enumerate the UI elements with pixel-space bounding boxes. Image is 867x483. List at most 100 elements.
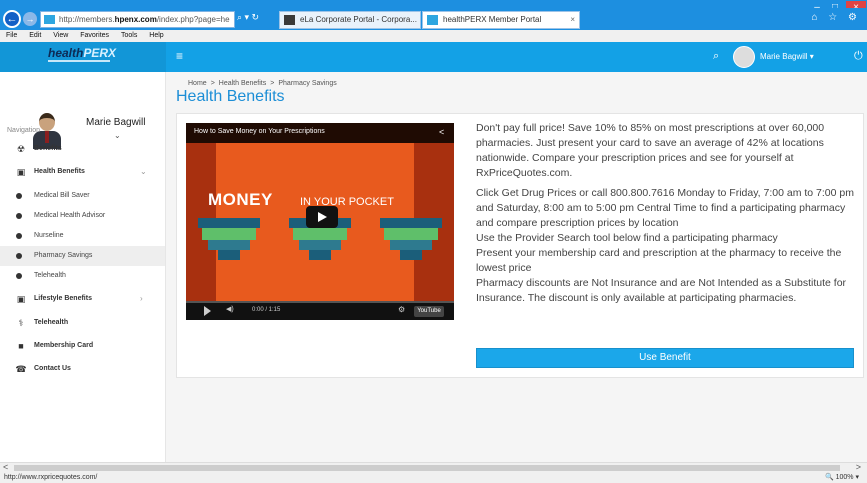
tab-label: eLa Corporate Portal - Corpora... (300, 15, 417, 24)
header-avatar[interactable] (733, 46, 755, 68)
description-paragraph: Click Get Drug Prices or call 800.800.76… (476, 187, 854, 229)
tab-favicon-icon (427, 15, 438, 25)
sidebar-item-benefits[interactable]: ☢ Benefits (0, 138, 165, 160)
menu-help[interactable]: Help (149, 32, 163, 39)
scrollbar-thumb[interactable] (14, 465, 840, 471)
sidebar-item-label: Membership Card (34, 342, 94, 349)
description-paragraph: Present your membership card and prescri… (476, 247, 842, 274)
share-icon[interactable]: < (439, 127, 444, 137)
forward-button[interactable]: → (23, 12, 37, 26)
benefit-description: Don't pay full price! Save 10% to 85% on… (476, 121, 856, 306)
horizontal-scrollbar[interactable]: < > (0, 462, 867, 472)
menu-toggle-icon[interactable]: ≡ (176, 49, 183, 63)
page-title: Health Benefits (176, 88, 285, 105)
navigation-label: Navigation (7, 127, 41, 134)
volume-icon[interactable]: ◀) (226, 305, 234, 313)
url-suffix: /index.php?page=he (156, 15, 230, 24)
stethoscope-icon: ⚕ (18, 318, 24, 328)
bullet-icon (16, 213, 22, 219)
healthperx-logo[interactable]: healthPERX (48, 46, 116, 60)
youtube-logo[interactable]: YouTube (414, 306, 444, 317)
sidebar-item-telehealth[interactable]: ⚕ Telehealth (0, 312, 165, 334)
url-prefix: http://members. (59, 15, 115, 24)
bullet-icon (16, 273, 22, 279)
breadcrumb-home[interactable]: Home (188, 80, 207, 87)
address-bar[interactable]: http://members.hpenx.com/index.php?page=… (40, 11, 235, 28)
tab-favicon-icon (284, 15, 295, 25)
description-paragraph: Don't pay full price! Save 10% to 85% on… (476, 122, 825, 179)
search-icon[interactable]: ⌕ (713, 50, 719, 63)
bullet-icon (16, 233, 22, 239)
lifestyle-benefits-icon: ▣ (16, 294, 26, 304)
avatar-head (39, 113, 55, 131)
sidebar-subitem-label: Telehealth (34, 272, 66, 279)
video-player[interactable]: How to Save Money on Your Prescriptions … (186, 123, 454, 320)
scroll-left-icon[interactable]: < (3, 462, 8, 472)
browser-right-icons[interactable]: ⌂ ☆ ⚙ (811, 12, 861, 23)
logo-perx: PERX (83, 46, 117, 60)
gear-icon[interactable]: ⚙ (398, 305, 405, 314)
play-icon[interactable] (204, 306, 211, 316)
menu-tools[interactable]: Tools (121, 32, 137, 39)
sidebar-item-lifestyle-benefits[interactable]: ▣ Lifestyle Benefits › (0, 288, 165, 310)
sidebar-subitem-nurseline[interactable]: Nurseline (0, 226, 165, 246)
tab-close-icon[interactable]: × (570, 12, 575, 28)
video-money-text: MONEY (208, 190, 273, 209)
sidebar-item-label: Benefits (34, 145, 62, 152)
sidebar-subitem-label: Medical Bill Saver (34, 192, 90, 199)
menu-favorites[interactable]: Favorites (80, 32, 109, 39)
status-bar: http://www.rxpricequotes.com/ 🔍 100% ▾ (0, 472, 867, 483)
sidebar-subitem-label: Pharmacy Savings (34, 252, 93, 259)
sidebar-subitem-pharmacy-savings[interactable]: Pharmacy Savings (0, 246, 165, 266)
back-button[interactable]: ← (3, 10, 21, 28)
user-menu[interactable]: Marie Bagwill ▾ (760, 52, 814, 61)
sidebar-subitem-medical-bill-saver[interactable]: Medical Bill Saver (0, 186, 165, 206)
description-paragraph: Pharmacy discounts are Not Insurance and… (476, 277, 847, 304)
bullet-icon (16, 193, 22, 199)
sidebar-subitem-medical-health-advisor[interactable]: Medical Health Advisor (0, 206, 165, 226)
video-title[interactable]: How to Save Money on Your Prescriptions (194, 128, 325, 135)
membership-card-icon: ■ (18, 341, 24, 351)
sidebar-subitem-label: Medical Health Advisor (34, 212, 106, 219)
video-time: 0:00 / 1:15 (252, 307, 281, 313)
chevron-down-icon: ⌄ (140, 167, 147, 176)
menu-file[interactable]: File (6, 32, 17, 39)
sidebar-item-label: Lifestyle Benefits (34, 295, 92, 302)
chevron-right-icon: › (140, 294, 143, 303)
description-paragraph: Use the Provider Search tool below find … (476, 232, 778, 244)
menu-bar: File Edit View Favorites Tools Help (0, 30, 867, 42)
menu-view[interactable]: View (53, 32, 68, 39)
profile-name[interactable]: Marie Bagwill (86, 117, 145, 128)
tab-corporate-portal[interactable]: eLa Corporate Portal - Corpora... (279, 11, 421, 29)
use-benefit-button[interactable]: Use Benefit (476, 348, 854, 368)
logo-health: health (48, 46, 84, 60)
money-wallet-icon (380, 218, 442, 266)
phone-icon: ☎ (15, 364, 27, 374)
tab-healthperx[interactable]: healthPERX Member Portal × (422, 11, 580, 29)
sidebar-subitem-label: Nurseline (34, 232, 64, 239)
url-domain: hpenx.com (114, 15, 157, 24)
breadcrumb-health-benefits[interactable]: Health Benefits (219, 80, 266, 87)
site-favicon-icon (44, 15, 55, 24)
scroll-right-icon[interactable]: > (856, 462, 861, 472)
power-icon[interactable]: ⏻ (854, 50, 863, 63)
sidebar-item-label: Health Benefits (34, 168, 85, 175)
sidebar-subitem-telehealth[interactable]: Telehealth (0, 266, 165, 286)
money-wallet-icon (198, 218, 260, 266)
sidebar-item-label: Telehealth (34, 319, 69, 326)
sidebar-item-contact-us[interactable]: ☎ Contact Us (0, 358, 165, 380)
tab-label: healthPERX Member Portal (443, 15, 542, 24)
zoom-control[interactable]: 🔍 100% ▾ (825, 472, 859, 483)
breadcrumb-separator: > (210, 80, 215, 87)
breadcrumb-current: Pharmacy Savings (278, 80, 337, 87)
address-tools-icon[interactable]: ⌕ ▾ ↻ (237, 12, 259, 23)
menu-edit[interactable]: Edit (29, 32, 41, 39)
status-url: http://www.rxpricequotes.com/ (4, 474, 98, 481)
breadcrumb-separator: > (270, 80, 275, 87)
sidebar-item-health-benefits[interactable]: ▣ Health Benefits ⌄ (0, 161, 165, 183)
benefits-icon: ☢ (16, 144, 26, 154)
health-benefits-icon: ▣ (16, 167, 26, 177)
sidebar-item-membership-card[interactable]: ■ Membership Card (0, 335, 165, 357)
play-button[interactable] (306, 206, 338, 228)
breadcrumb: Home > Health Benefits > Pharmacy Savings (188, 80, 337, 87)
